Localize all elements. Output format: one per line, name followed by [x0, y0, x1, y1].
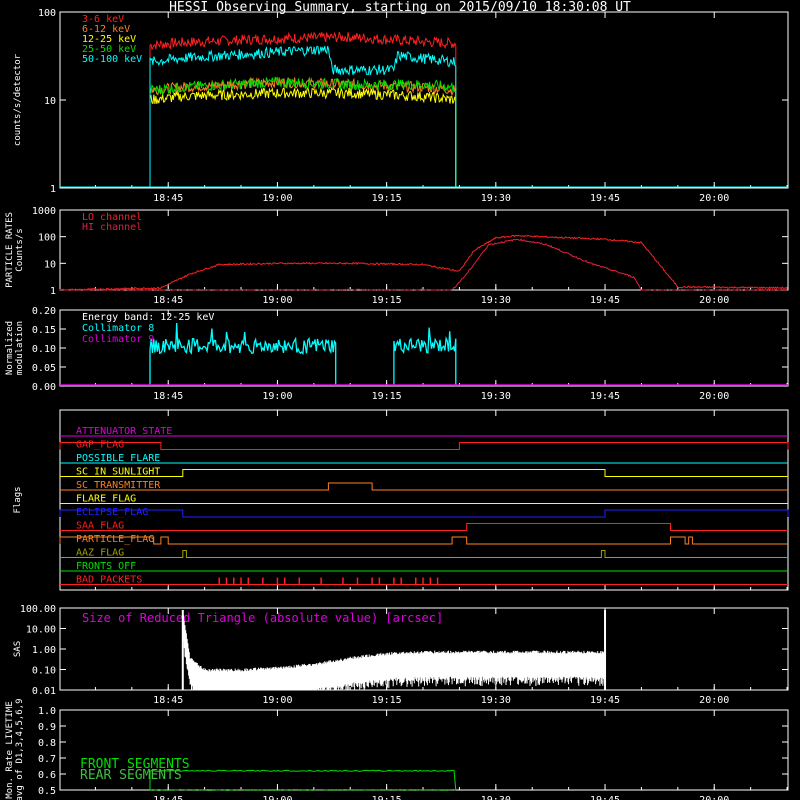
x-tick-label-count-rates-0: 18:45 — [153, 193, 183, 204]
annotation-sas: Size of Reduced Triangle (absolute value… — [82, 611, 443, 625]
panel-frame-flags — [59, 409, 789, 591]
flag-label-5: FLARE_FLAG — [76, 494, 136, 505]
series-line-count-rates-2 — [149, 87, 457, 187]
flag-line-4 — [60, 482, 788, 491]
y-tick-label-livetime-0: 0.5 — [38, 786, 56, 797]
panel-frame-particle-rates — [59, 209, 789, 291]
x-tick-label-count-rates-1: 19:00 — [262, 193, 292, 204]
legend-particle-rates-1: HI channel — [82, 222, 142, 233]
x-tick-label-livetime-4: 19:45 — [590, 795, 620, 800]
x-tick-label-sas-1: 19:00 — [262, 695, 292, 706]
y-tick-label-livetime-3: 0.8 — [38, 738, 56, 749]
series-line-particle-rates-0 — [59, 234, 788, 291]
y-label-livetime-1: avg of D1,3,4,5,6,9 — [15, 699, 25, 800]
x-tick-label-particle-rates-1: 19:00 — [262, 295, 292, 306]
flag-label-0: ATTENUATOR_STATE — [76, 426, 172, 437]
flag-label-6: ECLIPSE_FLAG — [76, 507, 148, 518]
x-tick-label-livetime-2: 19:15 — [372, 795, 402, 800]
x-tick-label-particle-rates-3: 19:30 — [481, 295, 511, 306]
x-tick-label-count-rates-4: 19:45 — [590, 193, 620, 204]
y-label-particle-rates-1: Counts/s — [15, 228, 25, 271]
flag-label-10: FRONTS_OFF — [76, 561, 136, 572]
flag-line-6 — [59, 509, 789, 518]
x-tick-label-modulation-2: 19:15 — [372, 391, 402, 402]
x-tick-label-count-rates-5: 20:00 — [699, 193, 729, 204]
y-label-particle-rates-0: PARTICLE RATES — [5, 212, 15, 288]
flag-line-7 — [60, 523, 788, 531]
x-tick-label-livetime-3: 19:30 — [481, 795, 511, 800]
flag-line-3 — [60, 469, 788, 477]
x-tick-label-sas-4: 19:45 — [590, 695, 620, 706]
flag-label-1: GAP_FLAG — [76, 440, 124, 451]
series-line-livetime-0 — [149, 769, 457, 791]
y-tick-label-livetime-4: 0.9 — [38, 722, 56, 733]
x-tick-label-particle-rates-0: 18:45 — [153, 295, 183, 306]
x-tick-label-count-rates-2: 19:15 — [372, 193, 402, 204]
y-tick-label-livetime-1: 0.6 — [38, 770, 56, 781]
x-tick-label-sas-0: 18:45 — [153, 695, 183, 706]
flag-label-8: PARTICLE_FLAG — [76, 534, 154, 545]
y-tick-label-sas-2: 1.00 — [32, 645, 56, 656]
y-tick-label-count-rates-0: 1 — [50, 184, 56, 195]
y-tick-label-count-rates-2: 100 — [38, 8, 56, 19]
y-label-count-rates-0: counts/s/detector — [13, 53, 23, 146]
series-line-modulation-0-seg-1 — [393, 327, 457, 386]
y-label-modulation-1: modulation — [15, 321, 25, 375]
flag-label-11: BAD_PACKETS — [76, 575, 142, 586]
flag-label-7: SAA_FLAG — [76, 521, 124, 532]
flag-label-3: SC_IN_SUNLIGHT — [76, 467, 160, 478]
series-line-count-rates-4 — [149, 45, 457, 187]
x-tick-label-modulation-3: 19:30 — [481, 391, 511, 402]
x-tick-label-livetime-0: 18:45 — [153, 795, 183, 800]
y-tick-label-particle-rates-2: 100 — [38, 233, 56, 244]
x-tick-label-sas-5: 20:00 — [699, 695, 729, 706]
x-tick-label-livetime-5: 20:00 — [699, 795, 729, 800]
y-tick-label-modulation-0: 0.00 — [32, 382, 56, 393]
legend-livetime-1: REAR SEGMENTS — [80, 768, 182, 783]
x-tick-label-particle-rates-4: 19:45 — [590, 295, 620, 306]
hessi-summary-figure: 18:45 19:00 19:15 19:30 19:45 20:00 1 10 100 coun… — [5, 8, 789, 800]
x-tick-label-modulation-4: 19:45 — [590, 391, 620, 402]
x-tick-label-livetime-1: 19:00 — [262, 795, 292, 800]
flag-line-1 — [59, 442, 789, 450]
y-label-livetime-0: Mon. Rate LIVETIME — [5, 701, 15, 799]
y-tick-label-particle-rates-0: 1 — [50, 286, 56, 297]
x-tick-label-particle-rates-2: 19:15 — [372, 295, 402, 306]
x-tick-label-modulation-1: 19:00 — [262, 391, 292, 402]
y-tick-label-modulation-2: 0.10 — [32, 344, 56, 355]
legend-modulation-0: Collimator 8 — [82, 323, 154, 334]
x-tick-label-particle-rates-5: 20:00 — [699, 295, 729, 306]
x-tick-label-sas-3: 19:30 — [481, 695, 511, 706]
series-line-modulation-0-seg-0 — [149, 322, 337, 386]
y-label-modulation-0: Normalized — [5, 321, 15, 375]
y-tick-label-modulation-3: 0.15 — [32, 325, 56, 336]
y-tick-label-count-rates-1: 10 — [44, 96, 56, 107]
y-tick-label-livetime-5: 1.0 — [38, 706, 56, 717]
flag-label-2: POSSIBLE_FLARE — [76, 453, 160, 464]
y-tick-label-sas-4: 100.00 — [20, 604, 56, 615]
y-label-flags-0: Flags — [13, 486, 23, 513]
x-tick-label-modulation-5: 20:00 — [699, 391, 729, 402]
y-tick-label-sas-0: 0.01 — [32, 686, 56, 697]
x-tick-label-sas-2: 19:15 — [372, 695, 402, 706]
y-tick-label-particle-rates-3: 1000 — [32, 206, 56, 217]
y-tick-label-livetime-2: 0.7 — [38, 754, 56, 765]
annotation-modulation: Energy band: 12-25 keV — [82, 312, 214, 323]
x-tick-label-modulation-0: 18:45 — [153, 391, 183, 402]
y-tick-label-modulation-4: 0.20 — [32, 306, 56, 317]
y-tick-label-modulation-1: 0.05 — [32, 363, 56, 374]
y-tick-label-sas-3: 10.00 — [26, 625, 56, 636]
flag-line-8 — [59, 536, 788, 545]
flag-line-9 — [60, 550, 788, 558]
legend-modulation-1: Collimator 9 — [82, 334, 154, 345]
flag-label-9: AAZ_FLAG — [76, 548, 124, 559]
legend-count-rates-4: 50-100 keV — [82, 54, 142, 65]
y-label-sas-0: SAS — [13, 641, 23, 657]
y-tick-label-particle-rates-1: 10 — [44, 259, 56, 270]
y-tick-label-sas-1: 0.10 — [32, 666, 56, 677]
x-tick-label-count-rates-3: 19:30 — [481, 193, 511, 204]
flag-label-4: SC_TRANSMITTER — [76, 480, 161, 491]
